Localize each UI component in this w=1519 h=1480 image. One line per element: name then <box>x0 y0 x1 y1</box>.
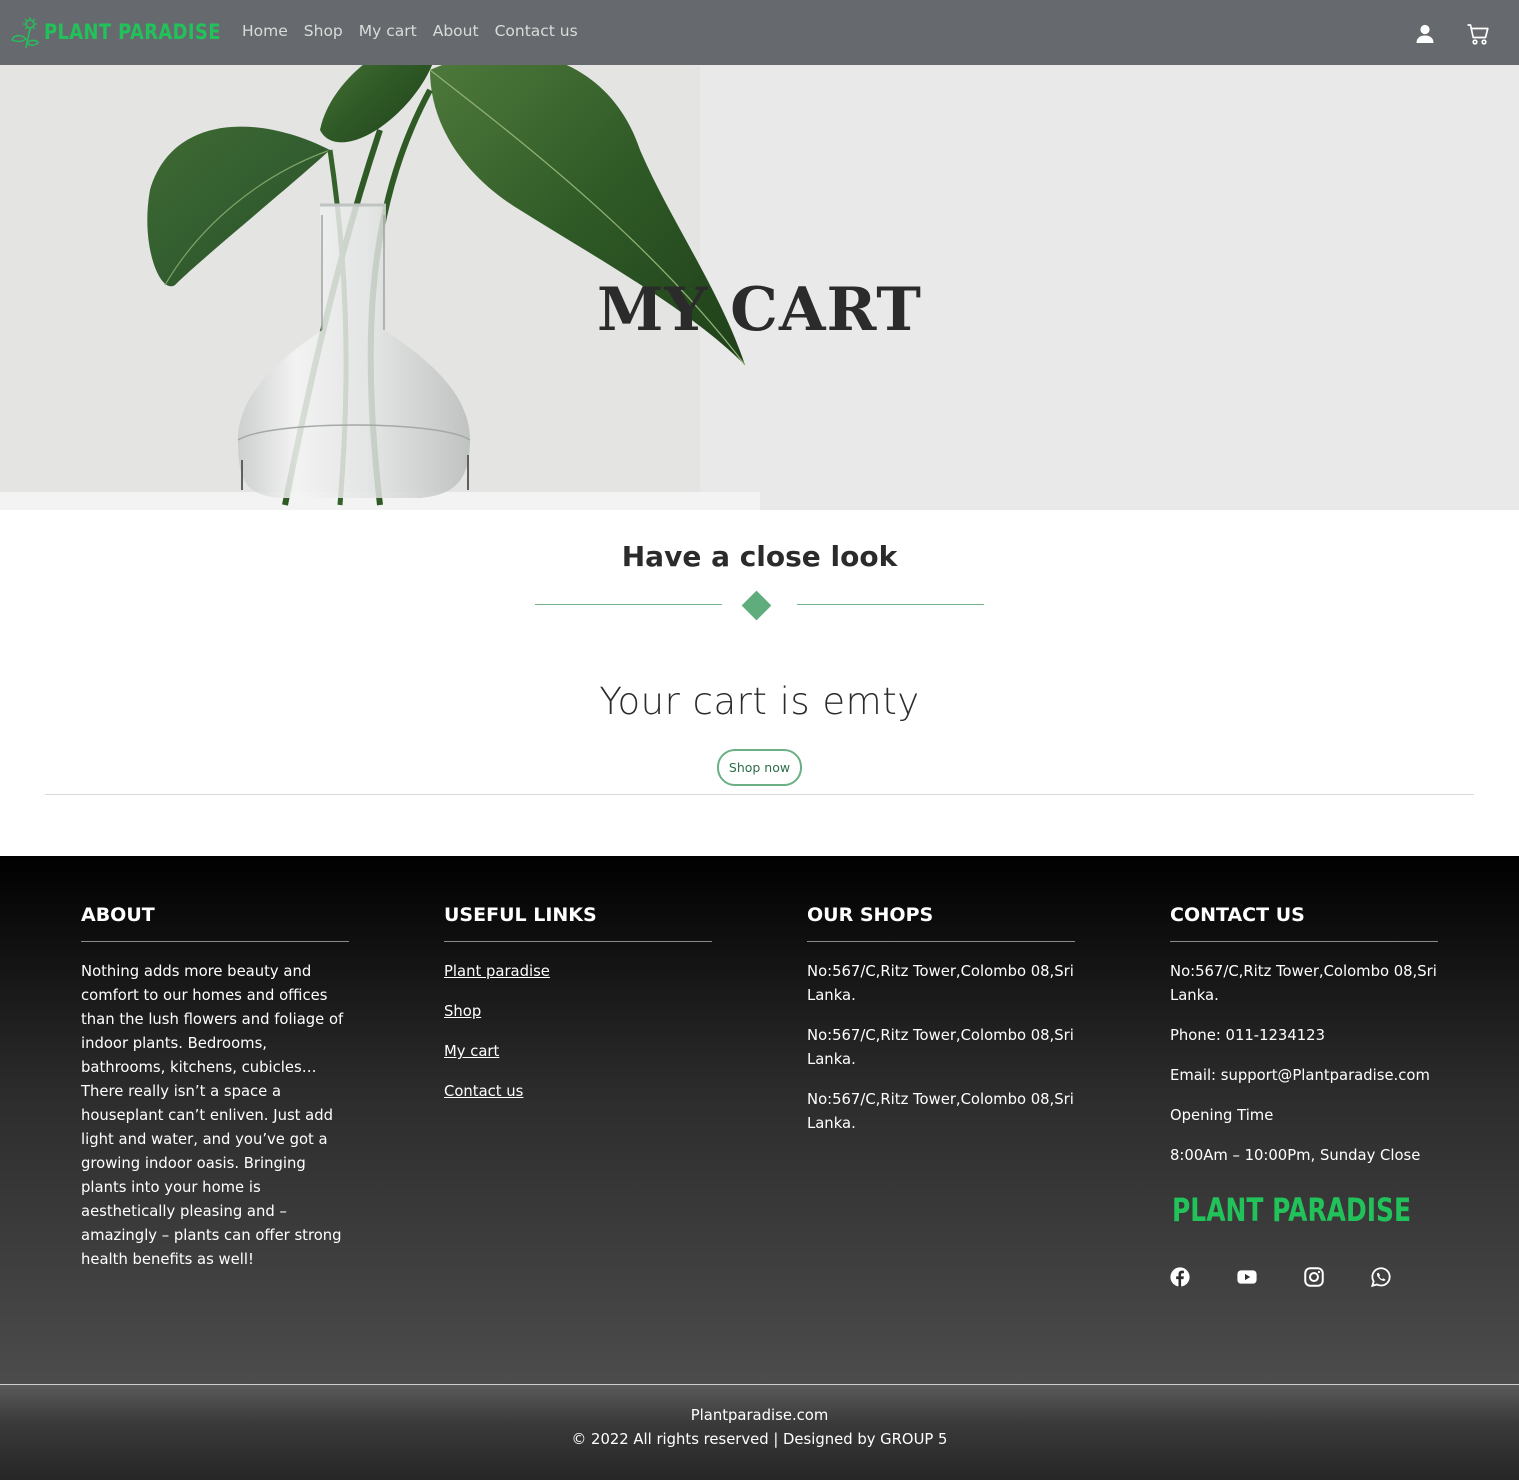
nav-link-home[interactable]: Home <box>242 22 288 40</box>
nav-link-shop[interactable]: Shop <box>304 22 343 40</box>
footer-shops-heading: OUR SHOPS <box>807 904 1075 942</box>
contact-phone: Phone: 011-1234123 <box>1170 1027 1326 1044</box>
footer-logo: PLANT PARADISE <box>1170 1184 1438 1236</box>
opening-hours: 8:00Am – 10:00Pm, Sunday Close <box>1170 1147 1421 1164</box>
footer-link-contact-us[interactable]: Contact us <box>444 1080 712 1104</box>
footer-link-shop[interactable]: Shop <box>444 1000 712 1024</box>
footer-about-heading: ABOUT <box>81 904 349 942</box>
footer-about-text: Nothing adds more beauty and comfort to … <box>81 963 344 1268</box>
divider-diamond <box>741 590 772 621</box>
nav-link-my-cart[interactable]: My cart <box>359 22 417 40</box>
opening-time-label: Opening Time <box>1170 1107 1274 1124</box>
site-footer: ABOUT Nothing adds more beauty and comfo… <box>0 856 1519 1384</box>
contact-email: Email: support@Plantparadise.com <box>1170 1067 1430 1084</box>
footer-links-heading: USEFUL LINKS <box>444 904 712 942</box>
section-title: Have a close look <box>621 540 898 573</box>
footer-logo-text: PLANT PARADISE <box>1172 1191 1412 1229</box>
footer-shops-column: OUR SHOPS No:567/C,Ritz Tower,Colombo 08… <box>807 904 1075 1152</box>
footer-links-column: USEFUL LINKS Plant paradise Shop My cart… <box>444 904 712 1120</box>
divider-line-right <box>797 604 984 605</box>
main-nav: Home Shop My cart About Contact us <box>242 22 594 40</box>
footer-contact-heading: CONTACT US <box>1170 904 1438 942</box>
shop-now-button[interactable]: Shop now <box>717 749 802 786</box>
top-navbar: PLANT PARADISE Home Shop My cart About C… <box>0 0 1519 65</box>
plant-logo-icon <box>11 17 39 49</box>
contact-address: No:567/C,Ritz Tower,Colombo 08,Sri Lanka… <box>1170 963 1437 1004</box>
footer-link-plant-paradise[interactable]: Plant paradise <box>444 960 712 984</box>
instagram-icon[interactable] <box>1304 1264 1324 1290</box>
shop-address: No:567/C,Ritz Tower,Colombo 08,Sri Lanka… <box>807 1027 1074 1068</box>
footer-copyright: © 2022 All rights reserved | Designed by… <box>571 1431 948 1448</box>
social-links <box>1170 1264 1438 1290</box>
shop-address: No:567/C,Ritz Tower,Colombo 08,Sri Lanka… <box>807 1091 1074 1132</box>
whatsapp-icon[interactable] <box>1371 1264 1391 1290</box>
shop-address: No:567/C,Ritz Tower,Colombo 08,Sri Lanka… <box>807 963 1074 1004</box>
nav-link-about[interactable]: About <box>433 22 479 40</box>
cart-divider <box>45 794 1474 795</box>
divider-line-left <box>535 604 722 605</box>
copyright-bar: Plantparadise.com © 2022 All rights rese… <box>0 1384 1519 1480</box>
footer-contact-column: CONTACT US No:567/C,Ritz Tower,Colombo 0… <box>1170 904 1438 1290</box>
youtube-icon[interactable] <box>1237 1264 1257 1290</box>
brand-logo[interactable]: PLANT PARADISE <box>10 14 252 50</box>
hero-banner: MY CART <box>0 65 1519 510</box>
empty-cart-message: Your cart is emty <box>599 680 920 723</box>
cart-icon[interactable] <box>1466 22 1490 46</box>
user-icon[interactable] <box>1413 22 1437 46</box>
page-title: MY CART <box>597 275 922 345</box>
footer-link-my-cart[interactable]: My cart <box>444 1040 712 1064</box>
nav-link-contact-us[interactable]: Contact us <box>495 22 578 40</box>
facebook-icon[interactable] <box>1170 1264 1190 1290</box>
footer-about-column: ABOUT Nothing adds more beauty and comfo… <box>81 904 349 1272</box>
footer-site-name: Plantparadise.com <box>690 1407 829 1424</box>
brand-name: PLANT PARADISE <box>44 20 221 44</box>
